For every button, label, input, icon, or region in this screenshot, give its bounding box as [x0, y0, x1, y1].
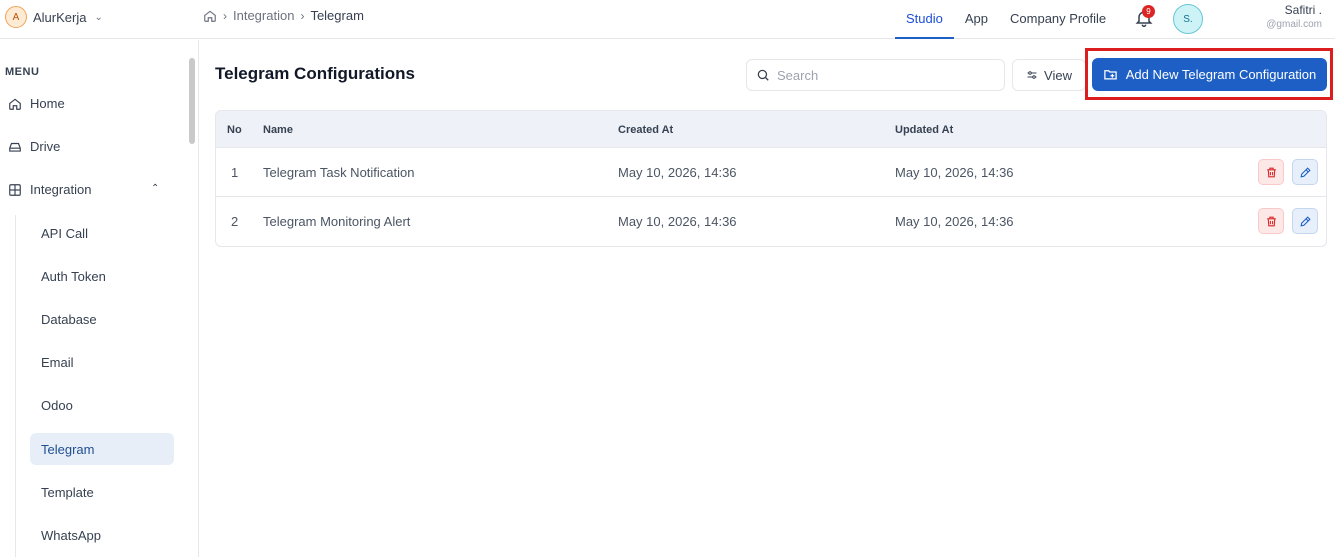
- user-email: @gmail.com: [1266, 19, 1322, 30]
- delete-button[interactable]: [1258, 208, 1284, 234]
- breadcrumb: › Integration › Telegram: [203, 8, 364, 23]
- cell-no: 2: [231, 214, 239, 229]
- search-input[interactable]: [777, 67, 997, 83]
- cell-name: Telegram Monitoring Alert: [263, 214, 411, 229]
- cell-created: May 10, 2026, 14:36: [618, 165, 737, 180]
- add-configuration-label: Add New Telegram Configuration: [1125, 67, 1317, 82]
- sidebar-item-label: Home: [30, 96, 65, 111]
- sidebar: MENU ▲ Home Drive Integration ⌃ API Call…: [0, 40, 199, 557]
- breadcrumb-integration[interactable]: Integration: [233, 8, 294, 23]
- edit-button[interactable]: [1292, 159, 1318, 185]
- sidebar-item-label: Drive: [30, 139, 61, 154]
- edit-button[interactable]: [1292, 208, 1318, 234]
- sidebar-item-whatsapp[interactable]: WhatsApp: [30, 519, 174, 551]
- column-header-created: Created At: [618, 124, 674, 136]
- sidebar-item-api-call[interactable]: API Call: [30, 217, 174, 249]
- grid-icon: [9, 183, 21, 196]
- sidebar-scrollbar[interactable]: [189, 58, 195, 144]
- chevron-right-icon: ›: [300, 8, 305, 23]
- sliders-icon: [1027, 71, 1037, 79]
- configurations-table: No Name Created At Updated At 1 Telegram…: [215, 110, 1327, 247]
- user-avatar[interactable]: S.: [1173, 4, 1203, 34]
- cell-updated: May 10, 2026, 14:36: [895, 165, 1014, 180]
- notification-badge: 9: [1142, 5, 1155, 18]
- sidebar-item-label: Integration: [30, 182, 92, 197]
- delete-button[interactable]: [1258, 159, 1284, 185]
- tab-app[interactable]: App: [954, 0, 999, 39]
- page-title: Telegram Configurations: [215, 64, 415, 83]
- trash-icon: [1266, 167, 1276, 177]
- column-header-name: Name: [263, 124, 293, 136]
- tab-studio[interactable]: Studio: [895, 0, 954, 39]
- add-configuration-button[interactable]: Add New Telegram Configuration: [1092, 58, 1327, 91]
- sidebar-item-integration[interactable]: Integration: [8, 182, 91, 197]
- search-icon: [757, 69, 769, 81]
- user-name: Safitri .: [1284, 3, 1322, 17]
- table-header: No Name Created At Updated At: [216, 111, 1326, 148]
- top-nav: Studio App Company Profile: [895, 0, 1117, 39]
- folder-add-icon: [1103, 70, 1117, 80]
- workspace-avatar: A: [5, 6, 27, 28]
- sidebar-item-home[interactable]: Home: [8, 96, 65, 111]
- home-icon[interactable]: [203, 9, 217, 23]
- sidebar-item-odoo[interactable]: Odoo: [30, 389, 174, 421]
- breadcrumb-current: Telegram: [310, 8, 364, 23]
- sidebar-item-email[interactable]: Email: [30, 346, 174, 378]
- sidebar-item-database[interactable]: Database: [30, 303, 174, 335]
- view-button[interactable]: View: [1012, 59, 1086, 91]
- sidebar-item-auth-token[interactable]: Auth Token: [30, 260, 174, 292]
- table-row[interactable]: 2 Telegram Monitoring Alert May 10, 2026…: [216, 197, 1326, 246]
- chevron-right-icon: ›: [223, 8, 227, 23]
- sidebar-item-telegram[interactable]: Telegram: [30, 433, 174, 465]
- tab-company-profile[interactable]: Company Profile: [999, 0, 1117, 39]
- cell-name: Telegram Task Notification: [263, 165, 415, 180]
- pencil-icon: [1299, 215, 1311, 227]
- column-header-updated: Updated At: [895, 124, 954, 136]
- submenu-divider: [15, 215, 16, 557]
- drive-icon: [9, 142, 21, 152]
- chevron-down-icon: ⌄: [94, 11, 103, 23]
- cell-created: May 10, 2026, 14:36: [618, 214, 737, 229]
- top-bar: A AlurKerja ⌄ › Integration › Telegram S…: [0, 0, 1335, 39]
- sidebar-item-drive[interactable]: Drive: [8, 139, 60, 154]
- view-button-label: View: [1044, 67, 1072, 83]
- home-icon: [9, 98, 21, 110]
- table-row[interactable]: 1 Telegram Task Notification May 10, 202…: [216, 148, 1326, 197]
- cell-no: 1: [231, 165, 239, 180]
- search-box: [746, 59, 1005, 91]
- sidebar-item-template[interactable]: Template: [30, 476, 174, 508]
- column-header-no: No: [227, 124, 242, 136]
- menu-label: MENU: [5, 66, 40, 78]
- pencil-icon: [1299, 166, 1311, 178]
- cell-updated: May 10, 2026, 14:36: [895, 214, 1014, 229]
- workspace-name: AlurKerja: [33, 9, 87, 25]
- chevron-up-icon[interactable]: ⌃: [151, 183, 159, 194]
- trash-icon: [1266, 216, 1276, 226]
- workspace-switcher[interactable]: A AlurKerja ⌄: [5, 6, 103, 28]
